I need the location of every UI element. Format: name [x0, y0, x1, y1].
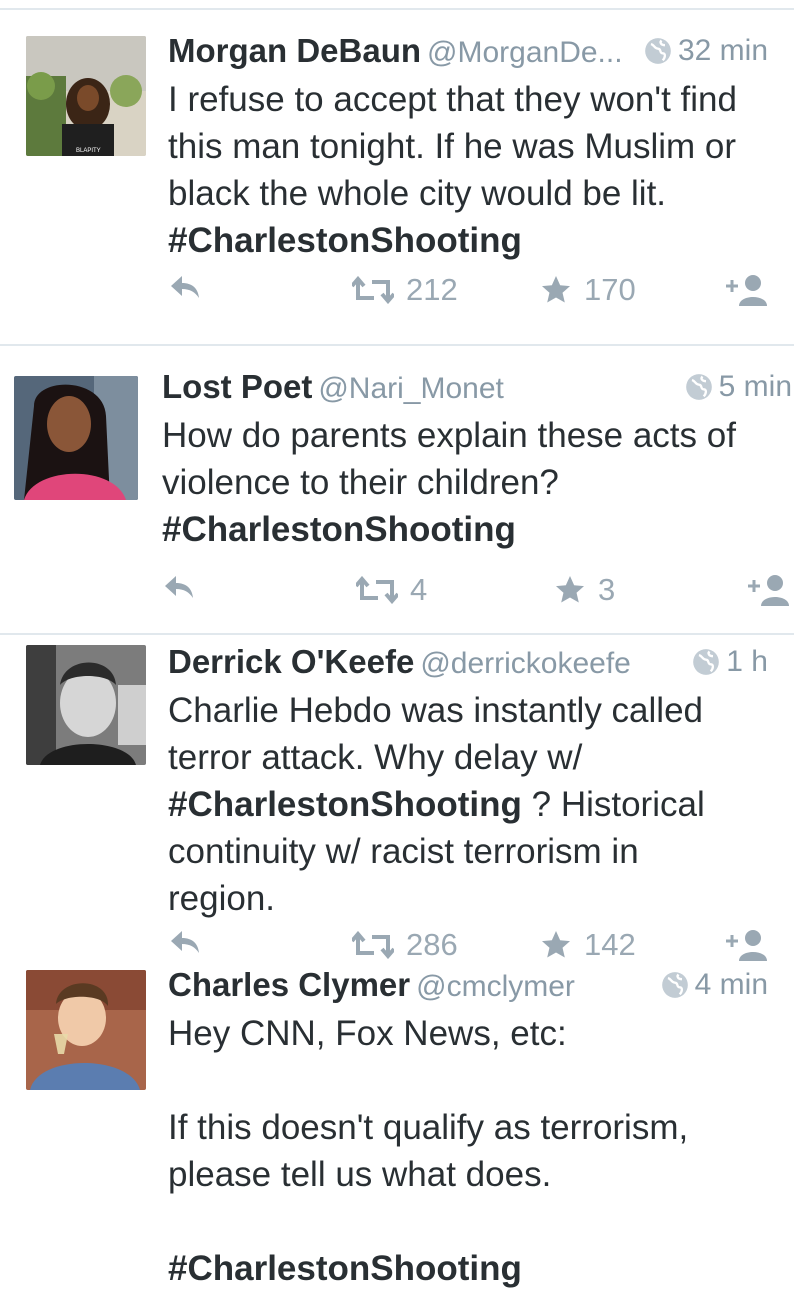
avatar[interactable]	[26, 645, 146, 765]
reply-button[interactable]	[168, 927, 202, 957]
follow-button[interactable]	[722, 272, 768, 306]
follow-button[interactable]	[722, 927, 768, 961]
author-handle[interactable]: @cmclymer	[416, 970, 575, 1003]
tweet-time: 5 min	[685, 370, 792, 404]
avatar[interactable]	[26, 970, 146, 1090]
star-icon	[542, 276, 570, 303]
author-name[interactable]: Morgan DeBaun	[168, 32, 421, 69]
globe-icon	[685, 374, 712, 400]
star-icon	[542, 931, 570, 958]
retweet-icon	[356, 576, 398, 604]
tweet-card[interactable]: Lost Poet @Nari_Monet 5 min How do parent…	[0, 346, 794, 632]
hashtag-link[interactable]: #CharlestonShooting	[162, 510, 516, 549]
favorite-count: 170	[584, 272, 636, 307]
reply-button[interactable]	[162, 572, 196, 602]
tweet-header: Derrick O'Keefe @derrickokeefe 1 h	[168, 643, 794, 687]
hashtag-link[interactable]: #CharlestonShooting	[168, 785, 522, 824]
time-label: 1 h	[726, 645, 768, 678]
globe-icon	[661, 972, 688, 998]
tweet-time: 4 min	[661, 968, 768, 1002]
tweet-text-body: Charlie Hebdo was instantly called terro…	[168, 691, 703, 777]
time-label: 32 min	[677, 34, 768, 67]
tweet-body: Derrick O'Keefe @derrickokeefe 1 h Charli…	[168, 643, 794, 922]
time-label: 4 min	[694, 968, 768, 1001]
favorite-count: 142	[584, 927, 636, 962]
retweet-button[interactable]: 212	[352, 272, 458, 308]
tweet-header: Lost Poet @Nari_Monet 5 min	[162, 368, 794, 412]
tweet-body: Morgan DeBaun @MorganDe... 32 min I refus…	[168, 32, 794, 264]
tweet-actions: 212 170	[0, 272, 794, 312]
avatar-shirt-text: BLAPITY	[76, 148, 101, 154]
reply-button[interactable]	[168, 272, 202, 302]
retweet-button[interactable]: 4	[356, 572, 427, 608]
retweet-icon	[352, 276, 394, 304]
tweet-time: 32 min	[644, 34, 768, 68]
hashtag-link[interactable]: #CharlestonShooting	[168, 1249, 522, 1288]
tweet-text: Charlie Hebdo was instantly called terro…	[168, 687, 728, 922]
retweet-count: 4	[410, 572, 428, 607]
tweet-header: Morgan DeBaun @MorganDe... 32 min	[168, 32, 794, 76]
tweet-text-body: How do parents explain these acts of vio…	[162, 416, 736, 502]
follow-user-icon	[748, 575, 789, 606]
tweet-text-body: I refuse to accept that they won't find …	[168, 80, 737, 213]
globe-icon	[693, 649, 720, 675]
tweet-card[interactable]: Charles Clymer @cmclymer 4 min Hey CNN, F…	[0, 962, 794, 1288]
tweet-text: I refuse to accept that they won't find …	[168, 76, 768, 264]
author-handle[interactable]: @derrickokeefe	[420, 647, 631, 680]
time-label: 5 min	[718, 370, 792, 403]
tweet-body: Lost Poet @Nari_Monet 5 min How do parent…	[162, 368, 794, 553]
retweet-button[interactable]: 286	[352, 927, 458, 963]
favorite-count: 3	[598, 572, 616, 607]
tweet-card[interactable]: BLAPITY Morgan DeBaun @MorganDe... 32 min…	[0, 10, 794, 342]
author-name[interactable]: Charles Clymer	[168, 966, 410, 1003]
hashtag-link[interactable]: #CharlestonShooting	[168, 221, 522, 260]
retweet-count: 212	[406, 272, 458, 307]
tweet-header: Charles Clymer @cmclymer 4 min	[168, 966, 794, 1010]
tweet-text-body: Hey CNN, Fox News, etc: If this doesn't …	[168, 1014, 689, 1194]
tweet-time: 1 h	[692, 645, 768, 679]
follow-button[interactable]	[744, 572, 790, 606]
avatar[interactable]	[14, 376, 138, 500]
favorite-button[interactable]: 170	[540, 272, 636, 308]
favorite-button[interactable]: 142	[540, 927, 636, 963]
author-handle[interactable]: @MorganDe...	[427, 36, 623, 69]
retweet-count: 286	[406, 927, 458, 962]
tweet-body: Charles Clymer @cmclymer 4 min Hey CNN, F…	[168, 966, 794, 1292]
tweet-actions: 286 142	[0, 927, 794, 967]
tweet-text: Hey CNN, Fox News, etc: If this doesn't …	[168, 1010, 728, 1292]
tweet-actions: 4 3	[0, 572, 794, 612]
author-name[interactable]: Derrick O'Keefe	[168, 643, 414, 680]
author-name[interactable]: Lost Poet	[162, 368, 312, 405]
globe-icon	[645, 38, 671, 64]
retweet-icon	[352, 931, 394, 959]
star-icon	[556, 576, 584, 603]
avatar[interactable]: BLAPITY	[26, 36, 146, 156]
tweet-card[interactable]: Derrick O'Keefe @derrickokeefe 1 h Charli…	[0, 635, 794, 965]
author-handle[interactable]: @Nari_Monet	[318, 372, 504, 405]
follow-user-icon	[726, 275, 767, 306]
tweet-text: How do parents explain these acts of vio…	[162, 412, 782, 553]
reply-icon	[171, 276, 199, 298]
reply-icon	[165, 576, 193, 598]
follow-user-icon	[726, 930, 767, 961]
favorite-button[interactable]: 3	[554, 572, 615, 608]
reply-icon	[171, 931, 199, 953]
